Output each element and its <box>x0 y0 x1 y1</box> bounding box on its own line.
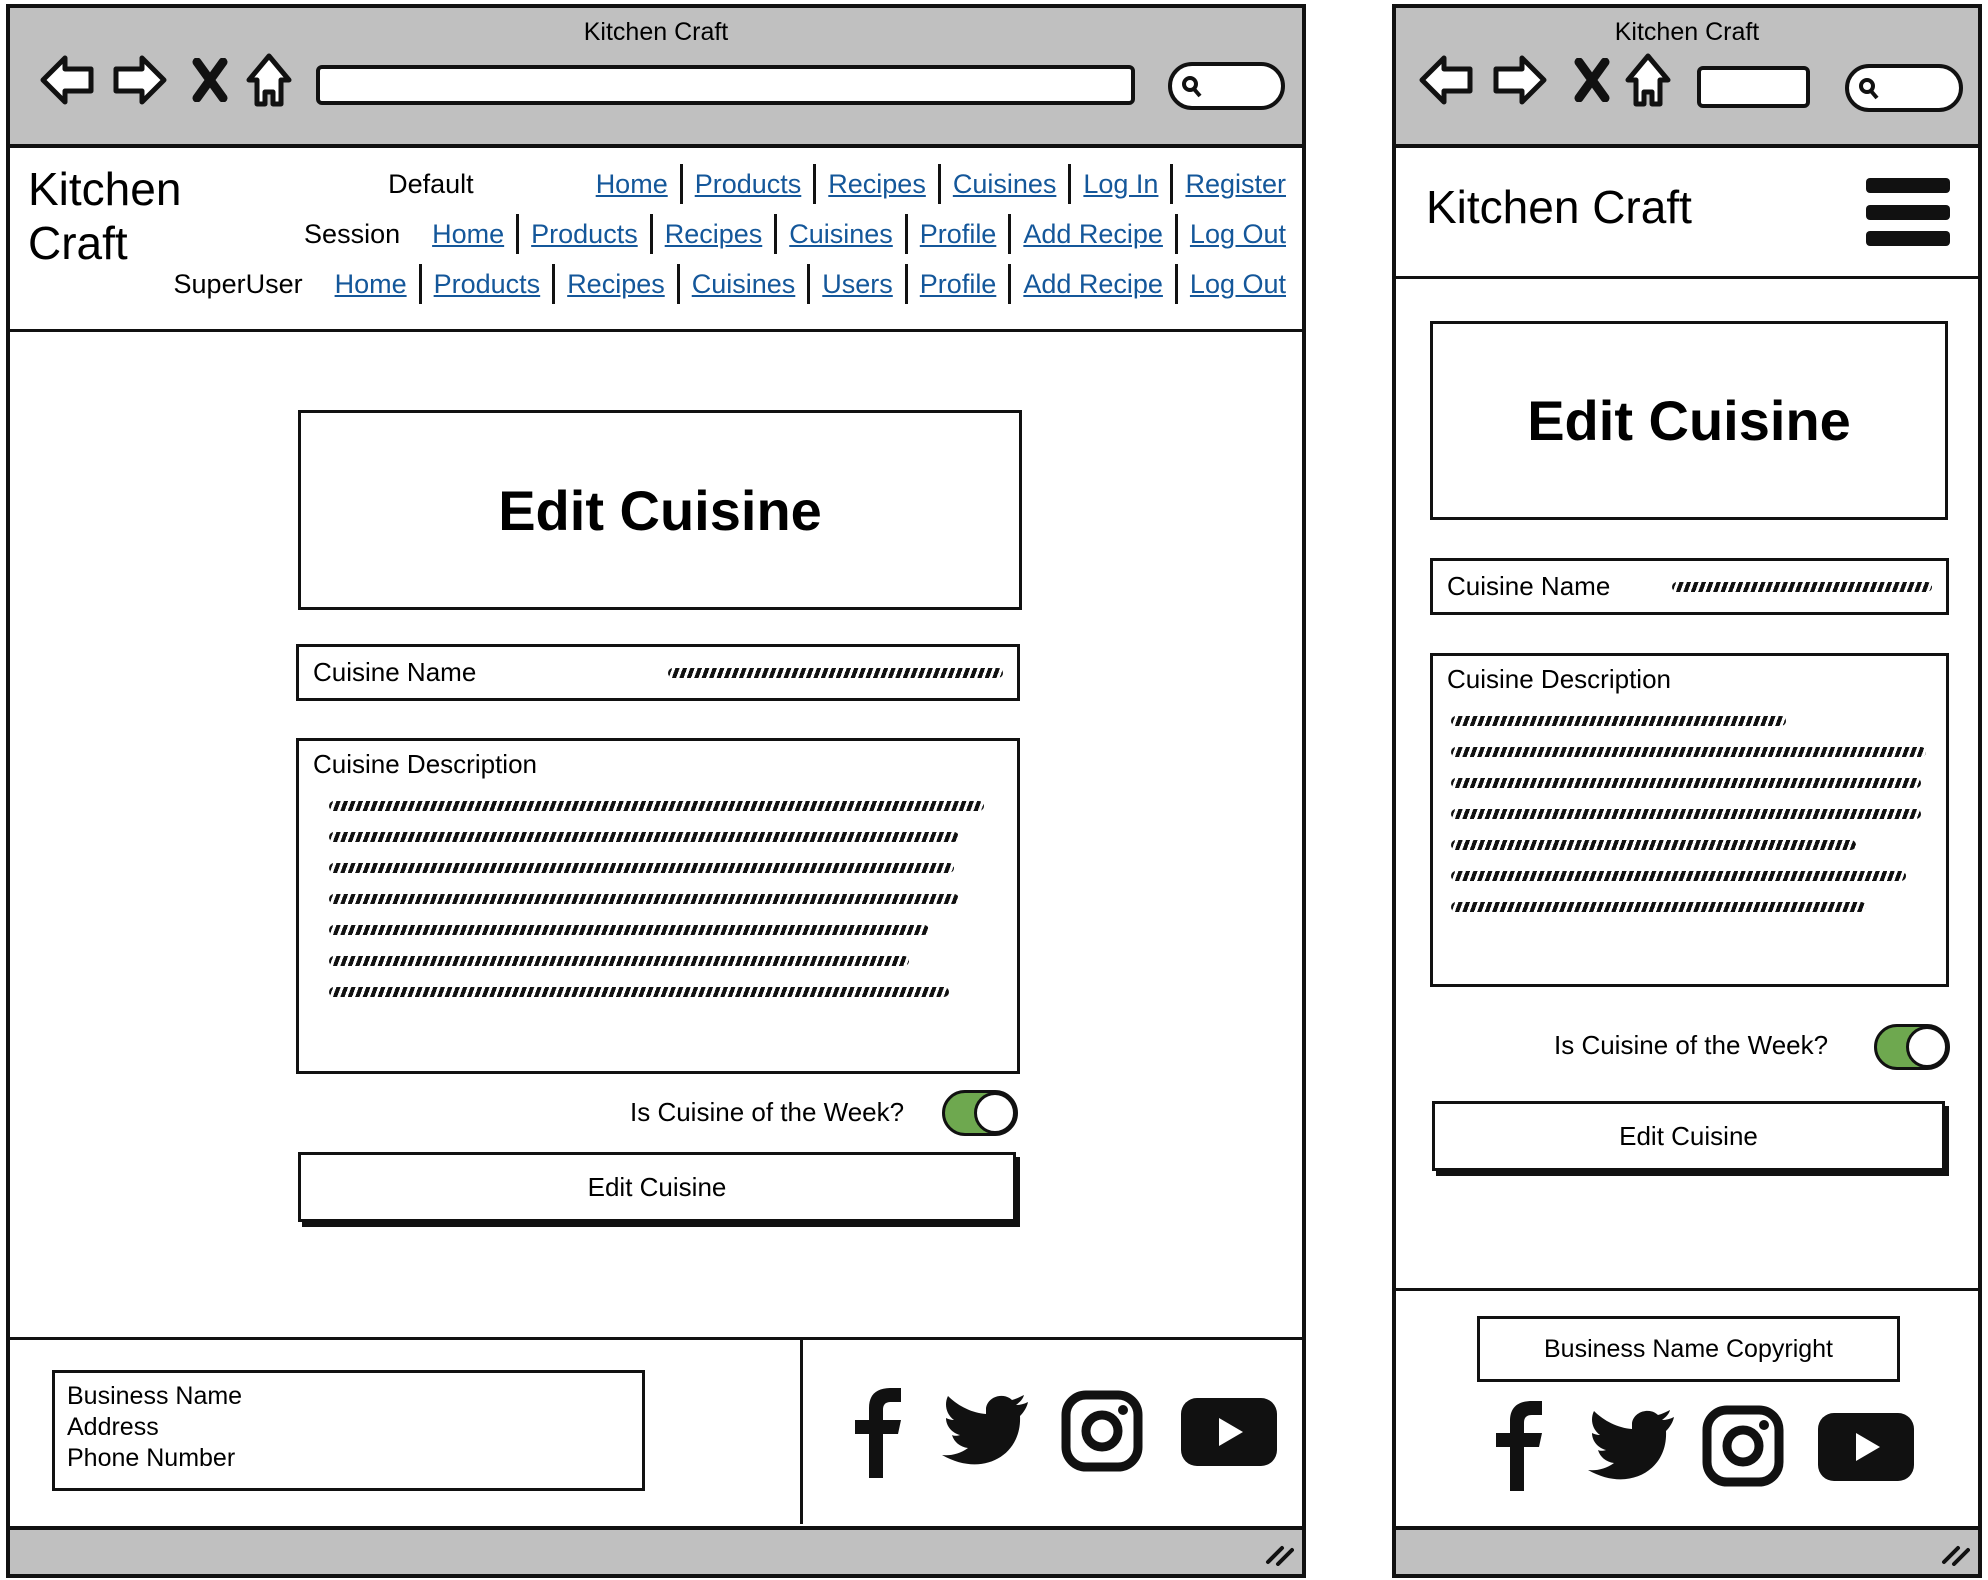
nav-link-cuisines[interactable]: Cuisines <box>680 269 808 300</box>
cuisine-name-label: Cuisine Name <box>1447 571 1611 601</box>
cuisine-description-label: Cuisine Description <box>1447 664 1671 694</box>
footer-divider <box>1396 1288 1978 1291</box>
nav-link-recipes[interactable]: Recipes <box>555 269 677 300</box>
cuisine-name-field[interactable]: Cuisine Name <box>296 644 1020 701</box>
nav-role-label: SuperUser <box>173 268 303 299</box>
nav-link-home[interactable]: Home <box>323 269 419 300</box>
cuisine-name-label: Cuisine Name <box>313 657 477 687</box>
page-title: Edit Cuisine <box>498 478 822 542</box>
nav-link-profile[interactable]: Profile <box>908 219 1009 250</box>
mobile-browser-window: Kitchen Craft Kitchen Craft Edit Cuisine… <box>1392 4 1982 1578</box>
business-address: Address <box>67 1413 159 1441</box>
edit-cuisine-button-label: Edit Cuisine <box>587 1171 727 1202</box>
copyright-box: Business Name Copyright <box>1477 1316 1900 1382</box>
nav-link-logout[interactable]: Log Out <box>1178 219 1286 250</box>
brand-logo: Kitchen Craft <box>1426 181 1692 233</box>
twitter-icon[interactable] <box>942 1394 1030 1468</box>
cuisine-description-field[interactable]: Cuisine Description <box>296 738 1020 1074</box>
youtube-icon[interactable] <box>1818 1413 1914 1481</box>
page-title: Edit Cuisine <box>1527 389 1851 452</box>
search-box[interactable] <box>1845 64 1963 112</box>
footer-vertical-divider <box>800 1339 803 1524</box>
edit-cuisine-button[interactable]: Edit Cuisine <box>298 1152 1016 1222</box>
stop-icon[interactable] <box>192 58 228 102</box>
description-text-scribble <box>313 801 1003 997</box>
cuisine-of-week-toggle[interactable] <box>942 1090 1018 1136</box>
page-title-box: Edit Cuisine <box>1430 321 1948 520</box>
nav-link-add-recipe[interactable]: Add Recipe <box>1011 269 1175 300</box>
back-icon[interactable] <box>1418 54 1474 106</box>
cuisine-description-label: Cuisine Description <box>313 749 537 779</box>
nav-session: Session Home Products Recipes Cuisines P… <box>304 214 1286 254</box>
stop-icon[interactable] <box>1574 58 1610 102</box>
business-phone: Phone Number <box>67 1444 236 1472</box>
resize-grip-icon[interactable] <box>1940 1540 1970 1566</box>
toggle-knob <box>974 1092 1016 1134</box>
toggle-knob <box>1906 1026 1948 1068</box>
nav-superuser: SuperUser Home Products Recipes Cuisines… <box>174 264 1286 304</box>
desktop-browser-window: Kitchen Craft Kitchen Craft Default Home… <box>6 4 1306 1578</box>
nav-link-login[interactable]: Log In <box>1071 169 1170 200</box>
home-icon[interactable] <box>245 52 293 108</box>
forward-icon[interactable] <box>1492 54 1548 106</box>
instagram-icon[interactable] <box>1061 1390 1143 1472</box>
description-text-scribble <box>1447 716 1932 912</box>
nav-role-label: Default <box>388 168 474 199</box>
nav-link-products[interactable]: Products <box>422 269 553 300</box>
twitter-icon[interactable] <box>1588 1409 1676 1483</box>
nav-link-logout[interactable]: Log Out <box>1178 269 1286 300</box>
search-icon <box>1182 76 1202 98</box>
cuisine-name-field[interactable]: Cuisine Name <box>1430 558 1949 615</box>
search-icon <box>1859 78 1879 100</box>
forward-icon[interactable] <box>112 54 168 106</box>
cuisine-name-value-scribble <box>1672 581 1932 592</box>
nav-default: Default Home Products Recipes Cuisines L… <box>388 164 1286 204</box>
cuisine-of-week-label: Is Cuisine of the Week? <box>630 1097 905 1127</box>
nav-link-home[interactable]: Home <box>420 219 516 250</box>
address-bar[interactable] <box>316 65 1135 105</box>
footer-divider <box>10 1337 1302 1340</box>
cuisine-of-week-label: Is Cuisine of the Week? <box>1554 1030 1829 1060</box>
nav-link-recipes[interactable]: Recipes <box>653 219 775 250</box>
header-divider <box>10 329 1302 332</box>
nav-link-products[interactable]: Products <box>519 219 650 250</box>
hamburger-menu-icon[interactable] <box>1866 178 1950 246</box>
window-title: Kitchen Craft <box>583 18 729 46</box>
back-icon[interactable] <box>39 54 95 106</box>
page-title-box: Edit Cuisine <box>298 410 1022 610</box>
edit-cuisine-button[interactable]: Edit Cuisine <box>1432 1101 1945 1171</box>
status-bar <box>1396 1526 1978 1574</box>
resize-grip-icon[interactable] <box>1264 1540 1294 1566</box>
home-icon[interactable] <box>1624 52 1672 108</box>
nav-link-cuisines[interactable]: Cuisines <box>777 219 905 250</box>
cuisine-of-week-toggle[interactable] <box>1874 1024 1950 1070</box>
copyright-text: Business Name Copyright <box>1543 1334 1833 1363</box>
status-bar <box>10 1526 1302 1574</box>
nav-link-recipes[interactable]: Recipes <box>816 169 938 200</box>
facebook-icon[interactable] <box>1488 1399 1548 1491</box>
nav-link-cuisines[interactable]: Cuisines <box>941 169 1069 200</box>
youtube-icon[interactable] <box>1181 1398 1277 1466</box>
business-name: Business Name <box>67 1382 243 1410</box>
nav-link-users[interactable]: Users <box>810 269 905 300</box>
cuisine-description-field[interactable]: Cuisine Description <box>1430 653 1949 987</box>
business-info-box: Business Name Address Phone Number <box>52 1370 645 1491</box>
edit-cuisine-button-label: Edit Cuisine <box>1619 1120 1758 1151</box>
nav-role-label: Session <box>304 218 401 249</box>
brand-logo: Kitchen Craft <box>28 163 182 269</box>
header-divider <box>1396 276 1978 279</box>
facebook-icon[interactable] <box>847 1386 907 1478</box>
address-bar[interactable] <box>1697 66 1810 108</box>
nav-link-profile[interactable]: Profile <box>908 269 1009 300</box>
nav-link-register[interactable]: Register <box>1173 169 1286 200</box>
instagram-icon[interactable] <box>1702 1405 1784 1487</box>
nav-link-products[interactable]: Products <box>683 169 814 200</box>
nav-link-home[interactable]: Home <box>584 169 680 200</box>
window-title: Kitchen Craft <box>1614 18 1760 46</box>
search-box[interactable] <box>1168 62 1285 110</box>
nav-link-add-recipe[interactable]: Add Recipe <box>1011 219 1175 250</box>
cuisine-name-value-scribble <box>668 667 1003 678</box>
